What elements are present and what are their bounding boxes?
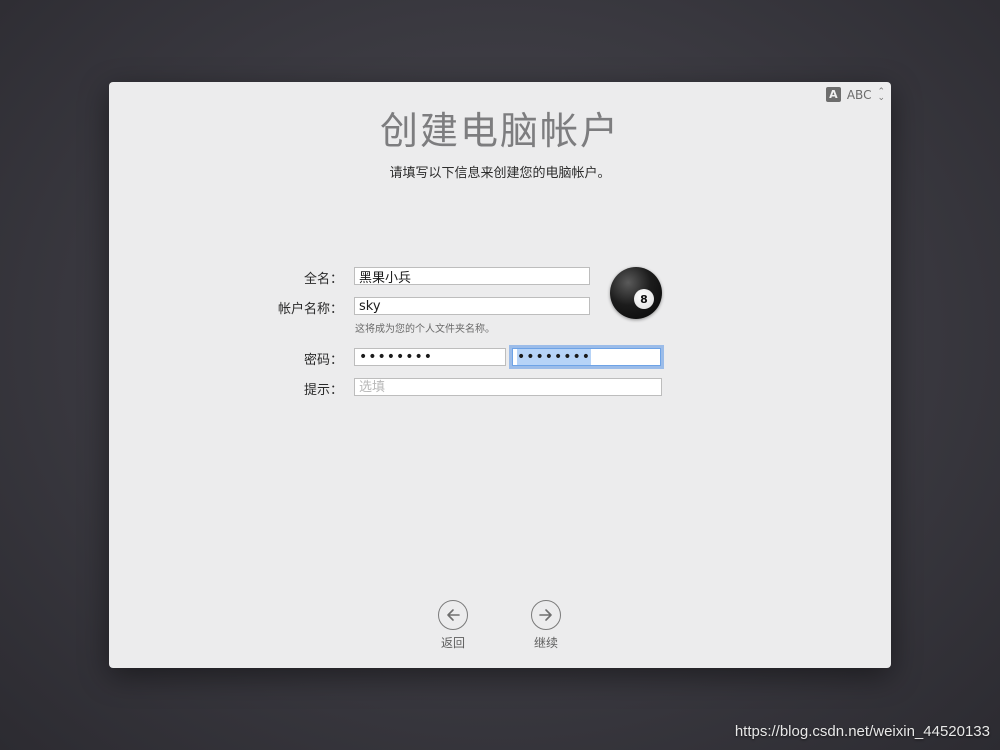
back-button-label: 返回 (440, 636, 465, 650)
chevron-updown-icon: ⌃ ⌄ (877, 86, 885, 103)
arrow-left-icon (438, 600, 468, 630)
arrow-right-icon (531, 600, 561, 630)
setup-window: A ABC ⌃⌄ 创建电脑帐户 请填写以下信息来创建您的电脑帐户。 全名： 帐户… (109, 82, 891, 668)
password-label: 密码： (303, 353, 343, 368)
account-name-label: 帐户名称： (277, 302, 343, 317)
watermark: https://blog.csdn.net/weixin_44520133 (734, 723, 990, 740)
back-button[interactable]: 返回 (423, 600, 483, 651)
eight-ball-icon: 8 (634, 289, 654, 309)
verify-password-field[interactable]: •••••••• (512, 348, 661, 366)
account-name-hint: 这将成为您的个人文件夹名称。 (355, 324, 495, 335)
page-title: 创建电脑帐户 (379, 109, 620, 153)
account-name-field[interactable] (354, 297, 590, 315)
page-subtitle: 请填写以下信息来创建您的电脑帐户。 (389, 166, 611, 181)
password-field[interactable]: •••••••• (354, 348, 506, 366)
password-hint-field[interactable] (354, 378, 662, 396)
full-name-label: 全名： (303, 272, 343, 287)
continue-button[interactable]: 继续 (516, 600, 576, 651)
verify-password-value: •••••••• (517, 349, 592, 365)
hint-label: 提示： (303, 383, 343, 398)
continue-button-label: 继续 (533, 636, 558, 650)
user-picture[interactable]: 8 (610, 267, 662, 319)
full-name-field[interactable] (354, 267, 590, 285)
